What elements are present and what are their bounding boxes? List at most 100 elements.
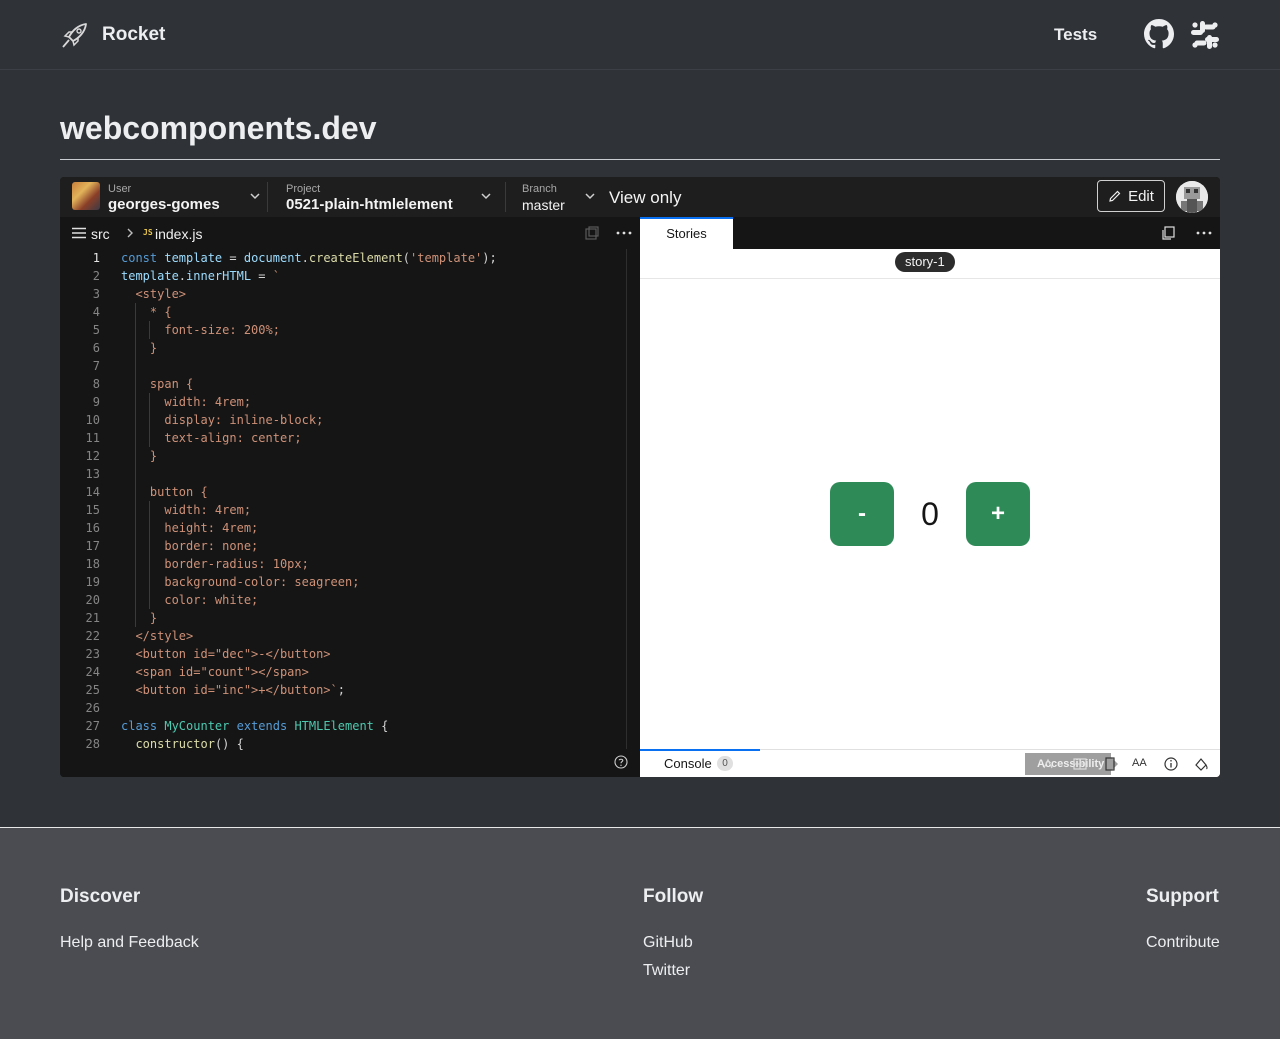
site-footer: Discover Help and Feedback Follow GitHub… (0, 827, 1280, 1039)
console-bar: Console 0 Accessibility AA (640, 749, 1220, 777)
footer-discover: Discover Help and Feedback (60, 886, 199, 957)
code-line: 17 border: none; (85, 537, 259, 555)
project-label: Project (286, 183, 321, 195)
tab-stories[interactable]: Stories (640, 217, 733, 249)
page-title: webcomponents.dev (60, 110, 377, 146)
code-area[interactable]: 1 const template = document.createElement… (60, 249, 640, 751)
more-options-icon[interactable] (616, 231, 632, 235)
user-selector[interactable]: User georges-gomes (60, 177, 266, 217)
edit-label: Edit (1128, 187, 1154, 205)
console-tab[interactable]: Console (664, 756, 712, 771)
code-line: 8 span { (92, 375, 194, 393)
project-value: 0521-plain-htmlelement (286, 196, 453, 213)
user-value: georges-gomes (108, 196, 220, 213)
code-line: 3 <style> (92, 287, 187, 301)
code-line: 14 button { (85, 483, 208, 501)
code-editor: src JS index.js 1 const template = docume… (60, 217, 640, 777)
accessibility-tooltip: Accessibility (1025, 753, 1118, 775)
footer-follow: Follow GitHub Twitter (643, 886, 703, 985)
code-line: 10 display: inline-block; (85, 411, 324, 429)
footer-link-github[interactable]: GitHub (643, 929, 703, 957)
code-line: 23 <button id="dec">-</button> (85, 647, 331, 661)
decrement-button[interactable]: - (830, 482, 894, 546)
js-file-icon: JS (143, 228, 153, 237)
code-line: 25 <button id="inc">+</button>`; (85, 683, 345, 697)
footer-heading: Support (1146, 886, 1219, 907)
owner-avatar[interactable] (1176, 181, 1208, 213)
chevron-right-icon (127, 228, 133, 238)
breadcrumb-file[interactable]: index.js (155, 226, 202, 242)
footer-link-twitter[interactable]: Twitter (643, 957, 703, 985)
view-only-label: View only (609, 188, 682, 207)
code-line: 28 constructor() { (85, 737, 244, 751)
code-line: 15 width: 4rem; (85, 501, 252, 519)
chevron-down-icon (250, 193, 260, 200)
increment-button[interactable]: + (966, 482, 1030, 546)
nav-tests-link[interactable]: Tests (1054, 25, 1097, 45)
footer-heading: Discover (60, 886, 141, 907)
embed-header: User georges-gomes Project 0521-plain-ht… (60, 177, 1220, 217)
paint-bucket-icon[interactable] (1193, 756, 1209, 772)
project-embed: User georges-gomes Project 0521-plain-ht… (60, 177, 1220, 777)
branch-value: master (522, 197, 565, 213)
code-line: 5 font-size: 200%; (92, 321, 280, 339)
console-count-badge: 0 (717, 756, 733, 771)
project-selector[interactable]: Project 0521-plain-htmlelement (268, 177, 504, 217)
pencil-icon (1109, 190, 1121, 202)
chevron-down-icon (481, 193, 491, 200)
rocket-logo-icon (62, 23, 87, 48)
footer-heading: Follow (643, 886, 704, 907)
code-line: 27 class MyCounter extends HTMLElement { (85, 719, 389, 733)
code-line: 19 background-color: seagreen; (85, 573, 360, 591)
code-line: 12 } (85, 447, 158, 465)
code-line: 24 <span id="count"></span> (85, 665, 309, 679)
code-line: 20 color: white; (85, 591, 259, 609)
code-line: 21 } (85, 609, 158, 627)
grid-icon[interactable] (1072, 756, 1088, 772)
user-label: User (108, 183, 132, 195)
code-line: 6 } (92, 339, 158, 357)
split-editor-icon[interactable] (584, 225, 600, 241)
file-menu-icon[interactable] (72, 227, 86, 239)
info-icon[interactable] (1163, 756, 1179, 772)
preview-tab-bar: Stories (640, 217, 1220, 249)
editor-tab-bar: src JS index.js (60, 217, 640, 249)
code-line: 4 * { (92, 303, 172, 321)
preview-panel: Stories story-1 - 0 + Console 0 Accessib… (640, 217, 1220, 777)
help-icon[interactable] (614, 755, 628, 769)
code-line: 22 </style> (85, 629, 194, 643)
footer-support: Support Contribute (1146, 886, 1220, 957)
editor-scrollbar[interactable] (626, 249, 627, 749)
branch-label: Branch (522, 183, 557, 195)
more-options-icon[interactable] (1196, 231, 1212, 235)
counter-value: 0 (921, 496, 939, 532)
code-line: 7 (60, 357, 640, 375)
footer-link-help[interactable]: Help and Feedback (60, 929, 199, 957)
code-line: 1 const template = document.createElement… (92, 251, 497, 265)
viewport-icon[interactable] (1102, 756, 1118, 772)
story-selector-bar: story-1 (640, 249, 1220, 279)
code-line: 9 width: 4rem; (92, 393, 252, 411)
chevron-down-icon (585, 193, 595, 200)
font-size-toggle[interactable]: AA (1132, 757, 1147, 769)
footer-link-contribute[interactable]: Contribute (1146, 929, 1220, 957)
top-nav: Rocket Tests (0, 0, 1280, 70)
edit-button[interactable]: Edit (1097, 180, 1165, 212)
code-line: 13 (60, 465, 640, 483)
code-line: 18 border-radius: 10px; (85, 555, 309, 573)
code-line: 26 (85, 701, 100, 715)
brand-link[interactable]: Rocket (60, 20, 165, 50)
code-line: 11 text-align: center; (85, 429, 302, 447)
github-icon[interactable] (1144, 19, 1174, 49)
branch-selector[interactable]: Branch master (506, 177, 600, 217)
breadcrumb-folder[interactable]: src (91, 226, 110, 242)
code-line: 2 template.innerHTML = ` (92, 269, 280, 283)
slack-icon[interactable] (1189, 19, 1221, 51)
owner-avatar-image (1176, 181, 1208, 213)
copy-icon[interactable] (1160, 225, 1176, 241)
title-divider (60, 159, 1220, 160)
story-pill[interactable]: story-1 (895, 252, 955, 272)
console-active-indicator (640, 749, 760, 751)
code-line: 16 height: 4rem; (85, 519, 259, 537)
accessibility-icon[interactable] (1040, 756, 1056, 772)
